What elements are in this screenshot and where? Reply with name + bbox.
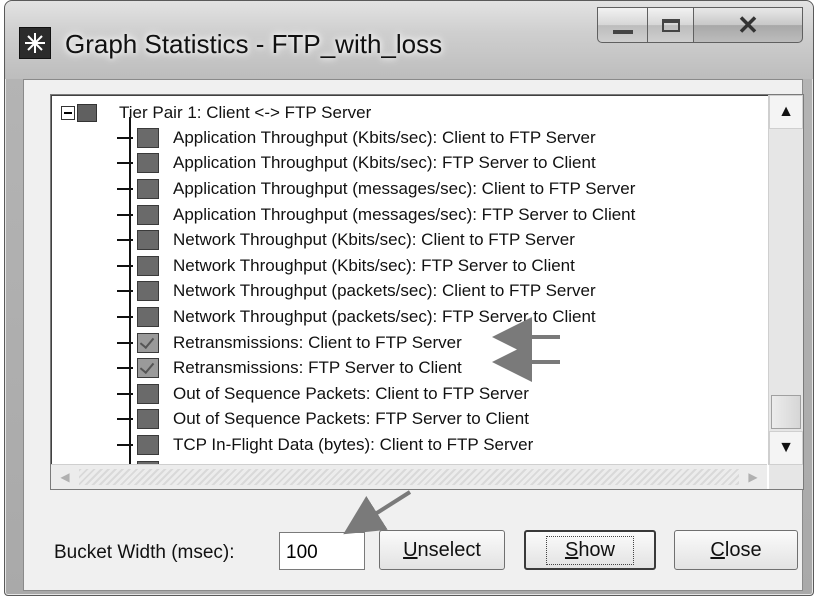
tree-branch-line — [117, 367, 133, 370]
statistic-checkbox[interactable] — [137, 178, 159, 199]
horizontal-scrollbar[interactable]: ◀ ▶ — [51, 464, 767, 489]
tree-item[interactable]: Application Throughput (Kbits/sec): FTP … — [117, 151, 757, 177]
statistic-checkbox[interactable] — [137, 204, 159, 225]
statistic-label: Application Throughput (Kbits/sec): FTP … — [173, 153, 596, 173]
statistic-label: Out of Sequence Packets: FTP Server to C… — [173, 409, 529, 429]
statistic-label: Application Throughput (Kbits/sec): Clie… — [173, 127, 596, 147]
statistic-checkbox[interactable] — [137, 255, 159, 276]
statistic-checkbox[interactable] — [137, 153, 159, 174]
tree-item[interactable]: Network Throughput (packets/sec): Client… — [117, 279, 757, 305]
scrollbar-corner — [769, 465, 803, 489]
tree-root-label: Tier Pair 1: Client <-> FTP Server — [119, 103, 372, 122]
bucket-width-input[interactable] — [279, 532, 365, 570]
show-label-rest: how — [578, 538, 616, 561]
bucket-width-label: Bucket Width (msec): — [54, 542, 235, 563]
scroll-down-icon[interactable]: ▼ — [769, 431, 803, 465]
statistic-label: Application Throughput (messages/sec): C… — [173, 178, 636, 198]
tree-item[interactable]: Out of Sequence Packets: FTP Server to C… — [117, 407, 757, 433]
close-button[interactable]: Close — [674, 530, 798, 570]
statistic-label: Network Throughput (Kbits/sec): FTP Serv… — [173, 255, 575, 275]
minimize-button[interactable] — [597, 7, 649, 43]
statistic-label: Retransmissions: FTP Server to Client — [173, 358, 462, 378]
show-label: Show — [545, 535, 635, 565]
tree-item[interactable]: Retransmissions: FTP Server to Client — [117, 355, 757, 381]
statistic-label: TCP In-Flight Data (bytes): Client to FT… — [173, 434, 534, 454]
tree-branch-line — [117, 162, 133, 165]
tree-branch-line — [117, 392, 133, 395]
statistic-checkbox[interactable] — [137, 358, 159, 379]
tree-branch-line — [117, 290, 133, 293]
statistic-checkbox[interactable] — [137, 409, 159, 430]
close-mnemonic: C — [710, 538, 725, 561]
vertical-scrollbar[interactable]: ▲ ▼ — [768, 95, 803, 465]
graph-statistics-window: Graph Statistics - FTP_with_loss ✕ Tier … — [4, 0, 814, 596]
statistic-checkbox[interactable] — [137, 281, 159, 302]
statistic-label: Network Throughput (Kbits/sec): Client t… — [173, 230, 575, 250]
statistic-label: Application Throughput (messages/sec): F… — [173, 204, 636, 224]
unselect-label: Unselect — [403, 539, 481, 562]
show-button[interactable]: Show — [524, 530, 656, 570]
tree-branch-line — [117, 341, 133, 344]
tree-item[interactable]: Network Throughput (Kbits/sec): Client t… — [117, 227, 757, 253]
scroll-left-icon[interactable]: ◀ — [51, 465, 79, 489]
close-label-rest: lose — [724, 538, 762, 561]
tree-branch-line — [117, 264, 133, 267]
statistics-tree[interactable]: Tier Pair 1: Client <-> FTP Server Appli… — [50, 94, 804, 490]
statistic-checkbox[interactable] — [137, 332, 159, 353]
statistic-label: Network Throughput (packets/sec): Client… — [173, 281, 596, 301]
statistic-label: Retransmissions: Client to FTP Server — [173, 332, 462, 352]
show-mnemonic: S — [564, 538, 579, 561]
close-window-button[interactable]: ✕ — [693, 7, 803, 43]
tree-content: Tier Pair 1: Client <-> FTP Server Appli… — [51, 95, 767, 481]
statistic-checkbox[interactable] — [137, 383, 159, 404]
tree-branch-line — [117, 418, 133, 421]
statistic-checkbox[interactable] — [137, 127, 159, 148]
star-burst-icon — [25, 33, 45, 53]
tree-root[interactable]: Tier Pair 1: Client <-> FTP Server — [61, 101, 371, 125]
minimize-icon — [613, 30, 633, 34]
tree-item[interactable]: TCP In-Flight Data (bytes): Client to FT… — [117, 432, 757, 458]
statistic-checkbox[interactable] — [137, 434, 159, 455]
tree-item[interactable]: Network Throughput (packets/sec): FTP Se… — [117, 304, 757, 330]
tree-branch-line — [117, 315, 133, 318]
tree-item[interactable]: Retransmissions: Client to FTP Server — [117, 330, 757, 356]
window-title: Graph Statistics - FTP_with_loss — [65, 29, 443, 59]
caption-buttons: ✕ — [597, 7, 803, 45]
horizontal-scroll-track[interactable] — [79, 469, 739, 485]
statistic-label: Network Throughput (packets/sec): FTP Se… — [173, 306, 596, 326]
statistic-checkbox[interactable] — [137, 306, 159, 327]
close-icon: ✕ — [737, 9, 759, 40]
tree-branch-line — [117, 187, 133, 190]
collapse-toggle-icon[interactable] — [61, 106, 75, 120]
tree-branch-line — [117, 136, 133, 139]
title-bar[interactable]: Graph Statistics - FTP_with_loss ✕ — [5, 1, 813, 79]
scroll-right-icon[interactable]: ▶ — [739, 465, 767, 489]
unselect-label-rest: nselect — [417, 538, 481, 561]
tree-item[interactable]: Out of Sequence Packets: Client to FTP S… — [117, 381, 757, 407]
tree-branch-line — [117, 443, 133, 446]
tree-item[interactable]: Network Throughput (Kbits/sec): FTP Serv… — [117, 253, 757, 279]
tree-item[interactable]: Application Throughput (messages/sec): F… — [117, 202, 757, 228]
unselect-button[interactable]: Unselect — [379, 530, 505, 570]
tree-item[interactable]: Application Throughput (Kbits/sec): Clie… — [117, 125, 757, 151]
statistic-checkbox[interactable] — [137, 230, 159, 251]
dialog-client-area: Tier Pair 1: Client <-> FTP Server Appli… — [23, 79, 804, 591]
app-icon — [19, 27, 51, 59]
maximize-icon — [662, 18, 680, 32]
scroll-up-icon[interactable]: ▲ — [769, 95, 803, 129]
maximize-button[interactable] — [647, 7, 695, 43]
close-label: Close — [710, 539, 761, 562]
vertical-scroll-thumb[interactable] — [771, 395, 801, 429]
tree-branch-line — [117, 239, 133, 242]
unselect-mnemonic: U — [403, 538, 418, 561]
tree-branch-line — [117, 213, 133, 216]
tree-item[interactable]: Application Throughput (messages/sec): C… — [117, 176, 757, 202]
statistic-label: Out of Sequence Packets: Client to FTP S… — [173, 383, 529, 403]
root-checkbox[interactable] — [77, 104, 97, 122]
